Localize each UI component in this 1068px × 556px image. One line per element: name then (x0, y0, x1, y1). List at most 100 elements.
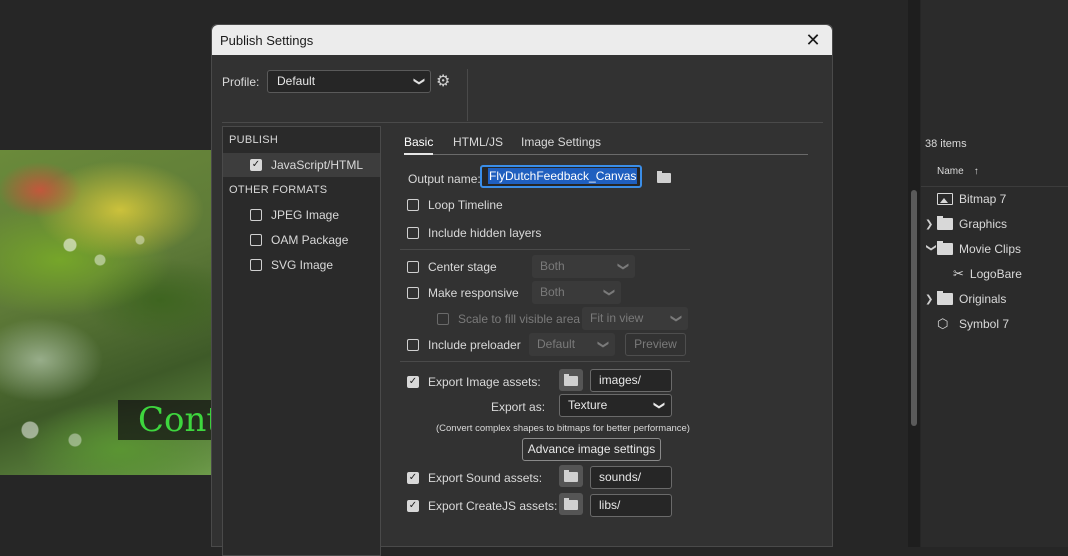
checkbox[interactable]: ✓ (407, 376, 419, 388)
loop-timeline-option[interactable]: Loop Timeline (407, 198, 503, 212)
checkbox[interactable] (250, 234, 262, 246)
scale-to-fill-option[interactable]: Scale to fill visible area (437, 312, 580, 326)
library-item-logobare[interactable]: ✂ LogoBare (921, 263, 1068, 285)
library-item-label: Bitmap 7 (959, 192, 1007, 206)
chevron-right-icon[interactable]: ❯ (925, 294, 937, 305)
make-responsive-option[interactable]: Make responsive (407, 286, 519, 300)
divider (222, 122, 823, 123)
format-item-jpeg[interactable]: JPEG Image (223, 203, 380, 227)
select-value: Texture (568, 398, 608, 412)
publish-settings-dialog: Publish Settings ✕ Profile: Default ❯ ⚙ … (211, 24, 833, 556)
option-label: Export Image assets: (428, 375, 541, 389)
format-item-oam[interactable]: OAM Package (223, 228, 380, 252)
chevron-down-icon[interactable]: ❯ (926, 243, 937, 255)
option-label: Export Sound assets: (428, 471, 543, 485)
library-item-label: LogoBare (969, 267, 1022, 281)
tab-html-js[interactable]: HTML/JS (453, 135, 503, 153)
dialog-titlebar[interactable]: Publish Settings ✕ (212, 25, 832, 55)
output-name-label: Output name: (408, 172, 481, 186)
include-hidden-layers-option[interactable]: Include hidden layers (407, 226, 541, 240)
checkbox[interactable]: ✓ (250, 159, 262, 171)
gear-icon[interactable]: ⚙ (436, 71, 450, 91)
output-name-input[interactable]: FlyDutchFeedback_Canvas (480, 165, 642, 188)
dialog-title: Publish Settings (220, 32, 314, 48)
createjs-assets-browse-button[interactable] (559, 493, 583, 515)
option-label: Scale to fill visible area (458, 312, 581, 326)
folder-browse-icon[interactable] (657, 171, 671, 183)
option-label: Include hidden layers (428, 226, 542, 240)
option-label: Export CreateJS assets: (428, 499, 558, 513)
center-stage-option[interactable]: Center stage (407, 260, 497, 274)
format-list: PUBLISH ✓ JavaScript/HTML OTHER FORMATS … (222, 126, 381, 556)
checkbox[interactable]: ✓ (407, 472, 419, 484)
option-label: Include preloader (428, 338, 521, 352)
bitmap-icon (937, 193, 953, 205)
settings-tabs: Basic HTML/JS Image Settings (404, 133, 808, 155)
createjs-assets-path-input[interactable]: libs/ (590, 494, 672, 517)
checkbox[interactable] (407, 227, 419, 239)
chevron-down-icon: ❯ (602, 287, 615, 298)
profile-select[interactable]: Default ❯ (267, 70, 431, 93)
close-icon[interactable]: ✕ (802, 30, 824, 51)
checkbox[interactable] (407, 199, 419, 211)
chevron-down-icon: ❯ (412, 76, 425, 87)
export-createjs-assets-option[interactable]: ✓ Export CreateJS assets: (407, 499, 557, 513)
library-item-symbol-7[interactable]: ⬡ Symbol 7 (921, 313, 1068, 335)
checkbox[interactable] (437, 313, 449, 325)
panel-scroll-thumb[interactable] (911, 190, 917, 426)
scale-to-fill-select[interactable]: Fit in view ❯ (582, 307, 688, 330)
export-as-select[interactable]: Texture ❯ (559, 394, 672, 417)
export-note: (Convert complex shapes to bitmaps for b… (436, 423, 690, 434)
stage-overlay-text: Cont (118, 400, 212, 440)
image-assets-path-input[interactable]: images/ (590, 369, 672, 392)
library-item-movie-clips[interactable]: ❯ Movie Clips (921, 238, 1068, 260)
checkbox[interactable] (407, 339, 419, 351)
sound-assets-browse-button[interactable] (559, 465, 583, 487)
make-responsive-select[interactable]: Both ❯ (532, 281, 621, 304)
library-item-graphics[interactable]: ❯ Graphics (921, 213, 1068, 235)
sound-assets-path-input[interactable]: sounds/ (590, 466, 672, 489)
library-item-count: 38 items (925, 138, 967, 150)
graphic-symbol-icon: ⬡ (937, 316, 949, 331)
library-item-originals[interactable]: ❯ Originals (921, 288, 1068, 310)
tab-basic[interactable]: Basic (404, 135, 434, 155)
chevron-down-icon: ❯ (652, 400, 665, 411)
folder-icon (937, 241, 953, 255)
sort-ascending-icon: ↑ (973, 166, 979, 177)
tab-image-settings[interactable]: Image Settings (521, 135, 601, 153)
preloader-select[interactable]: Default ❯ (529, 333, 615, 356)
library-name-column-header[interactable]: Name ↑ (937, 166, 979, 177)
format-item-svg[interactable]: SVG Image (223, 253, 380, 277)
export-image-assets-option[interactable]: ✓ Export Image assets: (407, 375, 541, 389)
chevron-down-icon: ❯ (616, 261, 629, 272)
profile-value: Default (277, 74, 316, 88)
library-item-bitmap-7[interactable]: Bitmap 7 (921, 188, 1068, 210)
format-label: SVG Image (271, 258, 334, 272)
folder-icon (564, 374, 578, 386)
select-value: Default (537, 337, 576, 351)
divider (921, 186, 1068, 187)
include-preloader-option[interactable]: Include preloader (407, 338, 521, 352)
advance-image-settings-button[interactable]: Advance image settings (522, 438, 661, 461)
format-item-javascript-html[interactable]: ✓ JavaScript/HTML (223, 153, 380, 177)
image-assets-browse-button[interactable] (559, 369, 583, 391)
option-label: Loop Timeline (428, 198, 503, 212)
profile-label: Profile: (222, 75, 260, 89)
center-stage-select[interactable]: Both ❯ (532, 255, 635, 278)
checkbox[interactable]: ✓ (407, 500, 419, 512)
chevron-down-icon: ❯ (596, 339, 609, 350)
checkbox[interactable] (250, 259, 262, 271)
checkbox[interactable] (407, 287, 419, 299)
movieclip-icon: ✂ (953, 266, 964, 281)
preview-button[interactable]: Preview (625, 333, 686, 356)
chevron-right-icon[interactable]: ❯ (925, 219, 937, 230)
divider (400, 249, 690, 250)
library-item-label: Graphics (959, 217, 1008, 231)
library-item-label: Movie Clips (959, 242, 1022, 256)
export-sound-assets-option[interactable]: ✓ Export Sound assets: (407, 471, 542, 485)
folder-icon (564, 498, 578, 510)
publish-header: PUBLISH (229, 134, 279, 146)
export-as-label: Export as: (491, 400, 546, 414)
checkbox[interactable] (407, 261, 419, 273)
checkbox[interactable] (250, 209, 262, 221)
